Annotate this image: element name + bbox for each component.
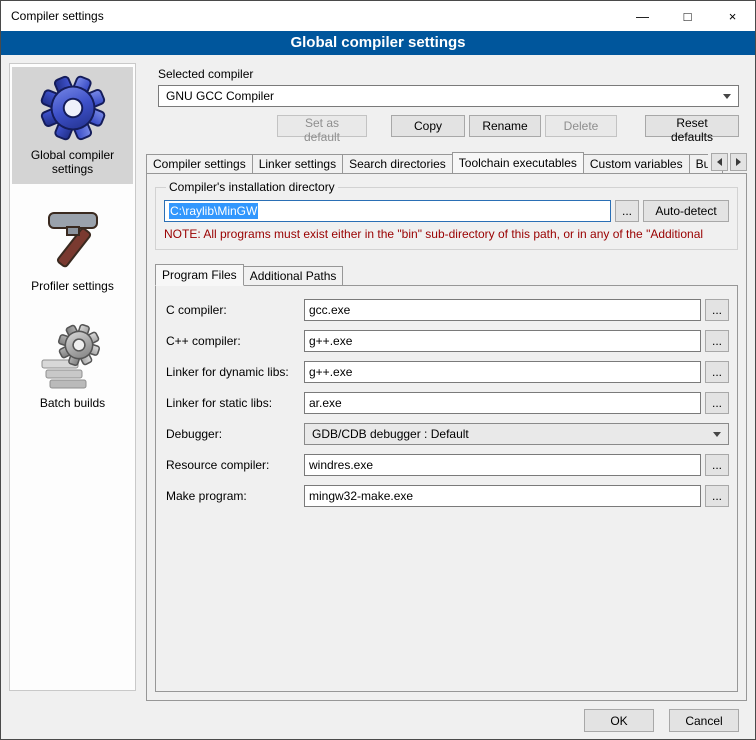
static-linker-label: Linker for static libs: — [166, 396, 300, 410]
c-compiler-value: gcc.exe — [309, 303, 350, 317]
chevron-down-icon — [723, 94, 731, 99]
tab-scroll-right-button[interactable] — [730, 153, 747, 171]
bin-subdirectory-note: NOTE: All programs must exist either in … — [164, 227, 729, 241]
toolchain-executables-panel: Compiler's installation directory C:\ray… — [146, 173, 747, 701]
form-row-make-program: Make program: mingw32-make.exe ... — [166, 485, 729, 507]
close-button[interactable]: × — [710, 1, 755, 31]
arrow-left-icon — [717, 158, 722, 166]
form-row-resource-compiler: Resource compiler: windres.exe ... — [166, 454, 729, 476]
sidebar-item-label: Global compiler settings — [14, 148, 131, 176]
dynamic-linker-label: Linker for dynamic libs: — [166, 365, 300, 379]
static-linker-input[interactable]: ar.exe — [304, 392, 701, 414]
tab-toolchain-executables[interactable]: Toolchain executables — [452, 152, 584, 173]
selected-compiler-dropdown[interactable]: GNU GCC Compiler — [158, 85, 739, 107]
tab-search-directories[interactable]: Search directories — [342, 154, 453, 173]
installation-directory-input[interactable]: C:\raylib\MinGW — [164, 200, 611, 222]
window-title: Compiler settings — [11, 9, 104, 23]
copy-button[interactable]: Copy — [391, 115, 465, 137]
resource-compiler-value: windres.exe — [309, 458, 373, 472]
installation-directory-legend: Compiler's installation directory — [166, 180, 338, 194]
cpp-compiler-input[interactable]: g++.exe — [304, 330, 701, 352]
reset-defaults-button[interactable]: Reset defaults — [645, 115, 739, 137]
make-program-input[interactable]: mingw32-make.exe — [304, 485, 701, 507]
form-row-dynamic-linker: Linker for dynamic libs: g++.exe ... — [166, 361, 729, 383]
maximize-button[interactable]: □ — [665, 1, 710, 31]
dialog-header: Global compiler settings — [1, 31, 755, 55]
browse-directory-button[interactable]: ... — [615, 200, 639, 222]
cancel-button[interactable]: Cancel — [669, 709, 739, 732]
auto-detect-button[interactable]: Auto-detect — [643, 200, 729, 222]
static-linker-browse-button[interactable]: ... — [705, 392, 729, 414]
settings-tabstrip: Compiler settings Linker settings Search… — [146, 150, 747, 173]
form-row-debugger: Debugger: GDB/CDB debugger : Default — [166, 423, 729, 445]
static-linker-value: ar.exe — [309, 396, 342, 410]
form-row-cpp-compiler: C++ compiler: g++.exe ... — [166, 330, 729, 352]
compiler-actions-row: Set as default Copy Rename Delete Reset … — [158, 115, 739, 137]
main-panel: Selected compiler GNU GCC Compiler Set a… — [146, 63, 747, 701]
tab-program-files[interactable]: Program Files — [155, 264, 244, 286]
blue-gear-icon — [38, 73, 108, 143]
maximize-icon: □ — [684, 10, 692, 23]
profiler-tool-icon — [37, 202, 109, 274]
debugger-dropdown[interactable]: GDB/CDB debugger : Default — [304, 423, 729, 445]
cpp-compiler-browse-button[interactable]: ... — [705, 330, 729, 352]
installation-directory-value: C:\raylib\MinGW — [169, 203, 258, 219]
c-compiler-input[interactable]: gcc.exe — [304, 299, 701, 321]
form-row-c-compiler: C compiler: gcc.exe ... — [166, 299, 729, 321]
settings-category-sidebar: Global compiler settings Profiler settin… — [9, 63, 136, 691]
tab-custom-variables[interactable]: Custom variables — [583, 154, 690, 173]
tab-scroll-left-button[interactable] — [711, 153, 728, 171]
selected-compiler-value: GNU GCC Compiler — [166, 89, 717, 103]
form-row-static-linker: Linker for static libs: ar.exe ... — [166, 392, 729, 414]
sidebar-item-global-compiler-settings[interactable]: Global compiler settings — [12, 67, 133, 184]
installation-directory-row: C:\raylib\MinGW ... Auto-detect — [164, 200, 729, 222]
c-compiler-label: C compiler: — [166, 303, 300, 317]
sidebar-item-batch-builds[interactable]: Batch builds — [12, 313, 133, 418]
debugger-value: GDB/CDB debugger : Default — [312, 427, 707, 441]
program-files-panel: C compiler: gcc.exe ... C++ compiler: g+… — [155, 285, 738, 692]
sidebar-item-profiler-settings[interactable]: Profiler settings — [12, 196, 133, 301]
minimize-icon: — — [636, 10, 649, 23]
ok-button[interactable]: OK — [584, 709, 654, 732]
compiler-settings-dialog: Compiler settings — □ × Global compiler … — [0, 0, 756, 740]
dialog-footer: OK Cancel — [584, 709, 739, 732]
dynamic-linker-input[interactable]: g++.exe — [304, 361, 701, 383]
chevron-down-icon — [713, 432, 721, 437]
arrow-right-icon — [736, 158, 741, 166]
sidebar-item-label: Batch builds — [40, 396, 105, 410]
tab-compiler-settings[interactable]: Compiler settings — [146, 154, 253, 173]
tab-linker-settings[interactable]: Linker settings — [252, 154, 343, 173]
debugger-label: Debugger: — [166, 427, 300, 441]
c-compiler-browse-button[interactable]: ... — [705, 299, 729, 321]
window-controls: — □ × — [620, 1, 755, 31]
sidebar-item-label: Profiler settings — [31, 279, 114, 293]
titlebar[interactable]: Compiler settings — □ × — [1, 1, 755, 31]
dynamic-linker-browse-button[interactable]: ... — [705, 361, 729, 383]
make-program-label: Make program: — [166, 489, 300, 503]
tab-scroll-arrows — [708, 153, 747, 171]
tab-additional-paths[interactable]: Additional Paths — [243, 266, 344, 285]
resource-compiler-label: Resource compiler: — [166, 458, 300, 472]
resource-compiler-input[interactable]: windres.exe — [304, 454, 701, 476]
program-files-tabstrip: Program Files Additional Paths — [155, 262, 738, 285]
set-as-default-button[interactable]: Set as default — [277, 115, 367, 137]
gray-gear-stack-icon — [37, 319, 109, 391]
make-program-browse-button[interactable]: ... — [705, 485, 729, 507]
installation-directory-group: Compiler's installation directory C:\ray… — [155, 180, 738, 250]
rename-button[interactable]: Rename — [469, 115, 541, 137]
cpp-compiler-value: g++.exe — [309, 334, 352, 348]
delete-button[interactable]: Delete — [545, 115, 617, 137]
minimize-button[interactable]: — — [620, 1, 665, 31]
make-program-value: mingw32-make.exe — [309, 489, 413, 503]
selected-compiler-label: Selected compiler — [158, 67, 739, 81]
resource-compiler-browse-button[interactable]: ... — [705, 454, 729, 476]
close-icon: × — [729, 10, 737, 23]
dynamic-linker-value: g++.exe — [309, 365, 352, 379]
cpp-compiler-label: C++ compiler: — [166, 334, 300, 348]
